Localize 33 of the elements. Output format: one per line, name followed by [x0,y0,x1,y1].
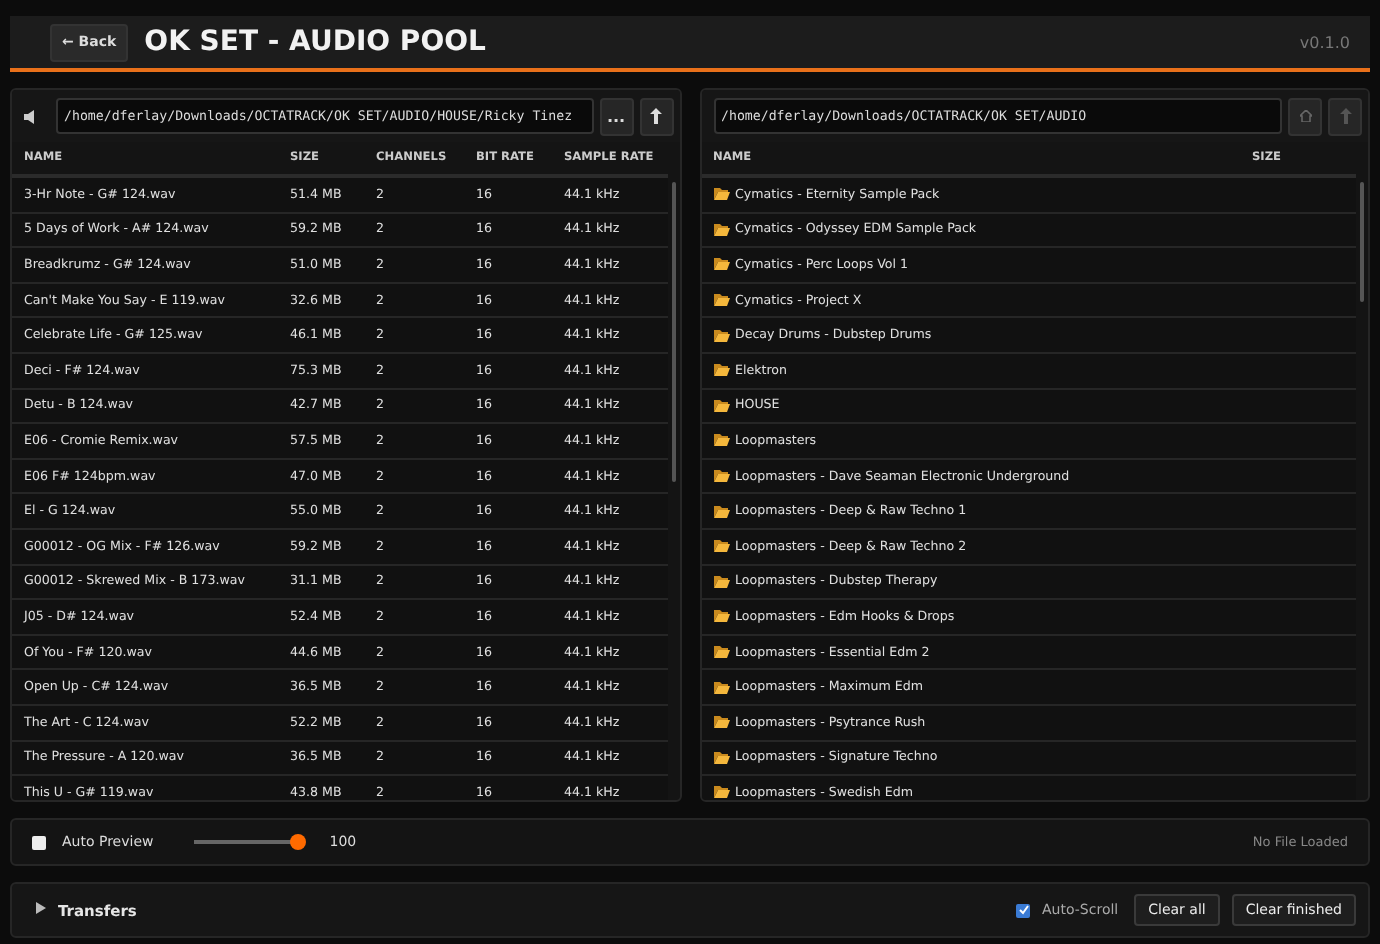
folder-icon [713,646,729,659]
scrollbar-thumb[interactable] [671,182,675,482]
folder-icon [713,470,729,483]
auto-preview-checkbox[interactable] [32,835,46,849]
folder-icon [713,786,729,799]
folder-icon [713,258,729,271]
up-arrow-icon [1339,108,1351,124]
folder-icon [713,610,729,623]
folder-icon [713,364,729,377]
folder-icon [713,540,729,553]
auto-scroll-checkbox[interactable] [1016,903,1031,917]
version-label: v0.1.0 [1299,33,1350,51]
scrollbar-thumb[interactable] [1360,182,1364,302]
folder-icon [713,329,729,342]
folder-icon [713,716,729,729]
folder-icon [713,681,729,694]
home-button[interactable] [1288,97,1322,135]
folder-icon [713,575,729,588]
folder-icon [713,294,729,307]
speaker-icon[interactable] [24,109,38,123]
up-arrow-icon [650,108,662,124]
folder-icon [713,434,729,447]
folder-icon [713,223,729,236]
slider-thumb[interactable] [289,834,306,850]
up-button[interactable] [639,97,673,135]
folder-icon [713,505,729,518]
page-title: OK SET - AUDIO POOL [144,26,488,58]
folder-icon [713,399,729,412]
home-icon [1299,110,1311,122]
folder-icon [713,188,729,201]
expand-toggle[interactable] [36,902,46,918]
folder-icon [713,751,729,764]
browse-button[interactable]: ... [599,97,633,135]
